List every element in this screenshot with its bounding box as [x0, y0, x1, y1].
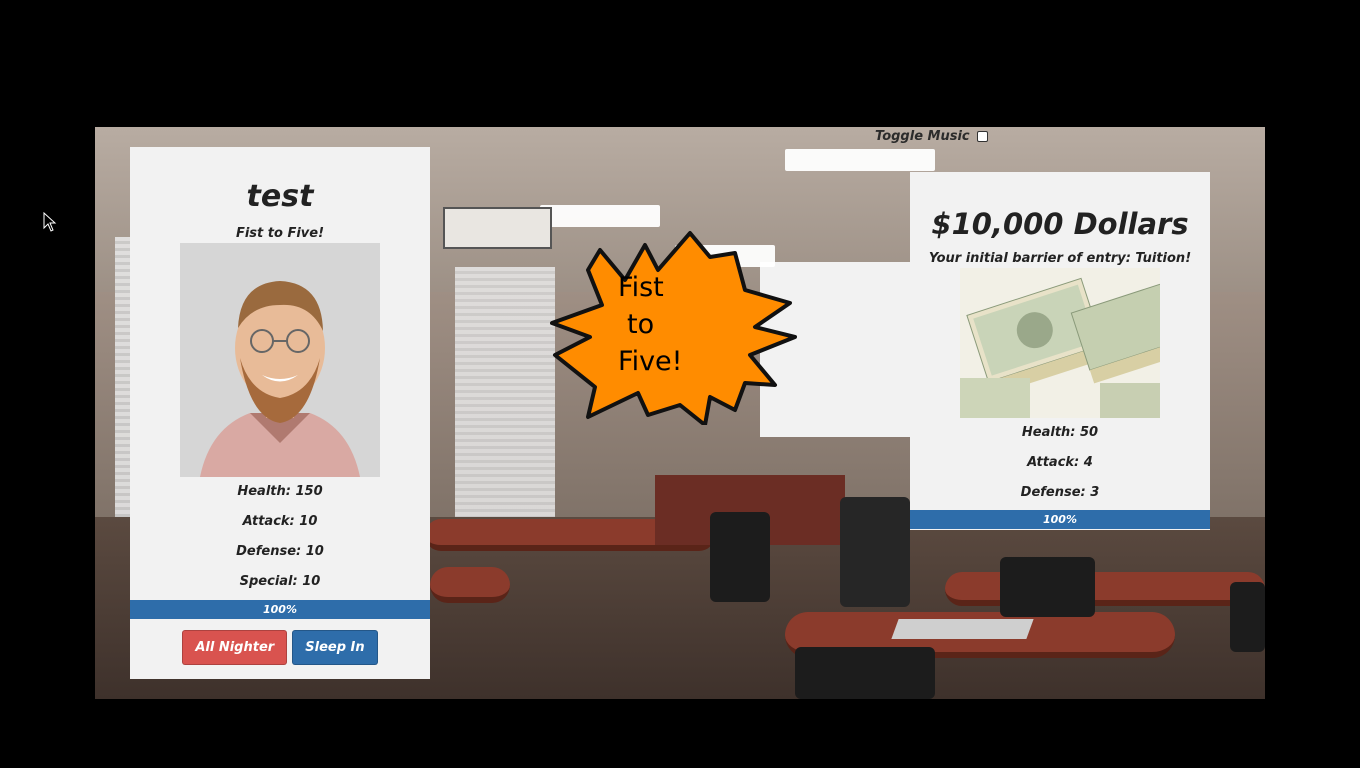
toggle-music-label: Toggle Music [875, 129, 970, 144]
toggle-music[interactable]: Toggle Music [875, 129, 989, 144]
player-tagline: Fist to Five! [235, 226, 325, 241]
ceiling-light [785, 149, 935, 171]
enemy-card: $10,000 Dollars Your initial barrier of … [910, 172, 1210, 530]
burst-line-3: Five! [618, 346, 682, 377]
player-card: test Fist to Five! Health: 150 Attack: 1… [130, 147, 430, 679]
player-stat-attack: Attack: 10 [242, 514, 318, 529]
enemy-cash-image [960, 268, 1160, 418]
enemy-name: $10,000 Dollars [931, 207, 1189, 241]
player-health-bar-label: 100% [263, 603, 297, 616]
laptop [891, 619, 1034, 639]
fist-to-five-burst: Fist to Five! [550, 231, 797, 425]
sleep-in-button[interactable]: Sleep In [292, 630, 378, 665]
classroom-desk [430, 567, 510, 603]
enemy-health-bar-label: 100% [1043, 513, 1077, 526]
burst-line-1: Fist [618, 272, 664, 303]
enemy-stat-health: Health: 50 [1021, 425, 1099, 440]
classroom-window-blinds [455, 267, 555, 517]
classroom-chair [1230, 582, 1265, 652]
toggle-music-checkbox[interactable] [977, 131, 989, 142]
player-actions: All Nighter Sleep In [130, 630, 430, 665]
ceiling-light [540, 205, 660, 227]
ceiling-projector [443, 207, 552, 249]
enemy-health-bar: 100% [910, 510, 1210, 529]
player-name: test [246, 179, 314, 214]
mouse-cursor-icon [43, 212, 57, 232]
classroom-chair [795, 647, 935, 699]
enemy-stat-defense: Defense: 3 [1020, 485, 1100, 500]
classroom-desk [945, 572, 1265, 606]
player-stat-defense: Defense: 10 [236, 544, 324, 559]
all-nighter-button[interactable]: All Nighter [182, 630, 288, 665]
backpack [840, 497, 910, 607]
classroom-chair [710, 512, 770, 602]
enemy-tagline: Your initial barrier of entry: Tuition! [928, 251, 1192, 266]
enemy-stat-attack: Attack: 4 [1027, 455, 1093, 470]
player-stat-health: Health: 150 [237, 484, 323, 499]
player-health-bar: 100% [130, 600, 430, 619]
classroom-chair [1000, 557, 1095, 617]
player-stat-special: Special: 10 [239, 574, 321, 589]
player-portrait [180, 243, 380, 477]
burst-line-2: to [627, 309, 654, 340]
